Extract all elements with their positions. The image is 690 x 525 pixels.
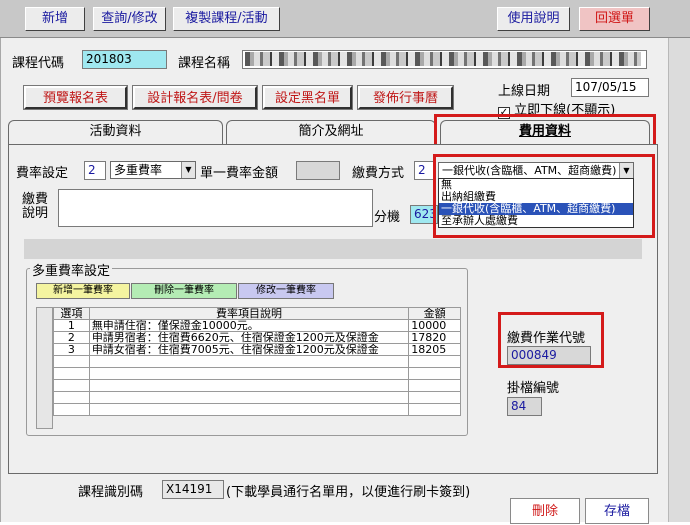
course-name-label: 課程名稱 <box>178 56 231 71</box>
redacted-course-name <box>245 52 641 66</box>
cell-amount: 18205 <box>408 343 461 356</box>
course-name-input[interactable] <box>242 50 647 69</box>
online-date-input[interactable]: 107/05/15 <box>571 78 649 97</box>
back-to-menu-button[interactable]: 回選單 <box>579 7 650 31</box>
course-id-input[interactable]: X14191 <box>162 480 224 499</box>
table-row[interactable] <box>53 367 461 380</box>
extension-label: 分機 <box>374 210 401 225</box>
archive-number-label: 掛檔編號 <box>507 381 560 396</box>
save-button[interactable]: 存檔 <box>585 498 649 524</box>
single-fee-input[interactable] <box>296 161 340 180</box>
cell-desc: 無申請住宿：僅保證金10000元。 <box>88 319 410 332</box>
table-row[interactable] <box>53 355 461 368</box>
publish-calendar-button[interactable]: 發佈行事曆 <box>357 85 454 110</box>
payment-method-code[interactable]: 2 <box>414 161 434 180</box>
cell-amount: 10000 <box>408 319 461 332</box>
help-button[interactable]: 使用說明 <box>497 7 570 31</box>
column-header: 費率項目說明 <box>88 307 410 320</box>
table-header-row: 選項 費率項目說明 金額 <box>53 307 461 320</box>
copy-course-button[interactable]: 複製課程/活動 <box>173 7 280 31</box>
single-fee-label: 單一費率金額 <box>200 166 279 181</box>
fee-table: 選項 費率項目說明 金額 1 無申請住宿：僅保證金10000元。 10000 2… <box>53 307 461 416</box>
cell-amount: 17820 <box>408 331 461 344</box>
payment-code-highlight <box>498 312 604 368</box>
online-date-label: 上線日期 <box>498 84 551 99</box>
query-modify-button[interactable]: 查詢/修改 <box>93 7 166 31</box>
fee-setting-select[interactable]: 多重費率 ▼ <box>110 161 196 179</box>
edit-fee-button[interactable]: 修改一筆費率 <box>238 283 334 299</box>
delete-fee-button[interactable]: 刪除一筆費率 <box>131 283 237 299</box>
fee-setting-label: 費率設定 <box>16 166 69 181</box>
table-row[interactable] <box>53 403 461 416</box>
multi-fee-section-label: 多重費率設定 <box>30 260 113 279</box>
separator-band <box>24 239 642 259</box>
cell-option: 1 <box>53 319 90 332</box>
payment-note-label: 繳費 說明 <box>22 192 49 221</box>
table-row[interactable] <box>53 391 461 404</box>
cell-desc: 申請男宿者：住宿費6620元、住宿保證金1200元及保證金 <box>88 331 410 344</box>
table-row[interactable]: 2 申請男宿者：住宿費6620元、住宿保證金1200元及保證金 17820 <box>53 331 461 344</box>
preview-form-button[interactable]: 預覽報名表 <box>23 85 128 110</box>
tab-activity[interactable]: 活動資料 <box>8 120 223 144</box>
scrollbar[interactable] <box>668 38 690 522</box>
payment-note-input[interactable] <box>58 189 373 227</box>
cell-option: 2 <box>53 331 90 344</box>
add-fee-button[interactable]: 新增一筆費率 <box>36 283 130 299</box>
fee-setting-value: 多重費率 <box>114 163 163 177</box>
archive-number-input[interactable]: 84 <box>507 397 542 416</box>
payment-method-highlight <box>433 154 655 238</box>
cell-desc: 申請女宿者：住宿費7005元、住宿保證金1200元及保證金 <box>88 343 410 356</box>
delete-button[interactable]: 刪除 <box>510 498 580 524</box>
row-selector-column[interactable] <box>36 307 53 429</box>
table-row[interactable]: 1 無申請住宿：僅保證金10000元。 10000 <box>53 319 461 332</box>
payment-method-label: 繳費方式 <box>352 166 405 181</box>
top-toolbar: 新增 查詢/修改 複製課程/活動 使用說明 回選單 <box>0 0 690 38</box>
column-header: 選項 <box>53 307 90 320</box>
course-code-input[interactable]: 201803 <box>82 50 167 69</box>
table-row[interactable]: 3 申請女宿者：住宿費7005元、住宿保證金1200元及保證金 18205 <box>53 343 461 356</box>
cell-option: 3 <box>53 343 90 356</box>
table-row[interactable] <box>53 379 461 392</box>
column-header: 金額 <box>408 307 461 320</box>
new-button[interactable]: 新增 <box>25 7 85 31</box>
tab-intro[interactable]: 簡介及網址 <box>226 120 436 144</box>
design-form-button[interactable]: 設計報名表/問卷 <box>132 85 258 110</box>
blacklist-button[interactable]: 設定黑名單 <box>262 85 353 110</box>
course-id-note: (下載學員通行名單用，以便進行刷卡簽到) <box>226 485 471 500</box>
course-id-label: 課程識別碼 <box>78 485 144 500</box>
course-code-label: 課程代碼 <box>12 56 65 71</box>
fee-setting-code[interactable]: 2 <box>84 161 106 180</box>
chevron-down-icon: ▼ <box>181 162 195 178</box>
